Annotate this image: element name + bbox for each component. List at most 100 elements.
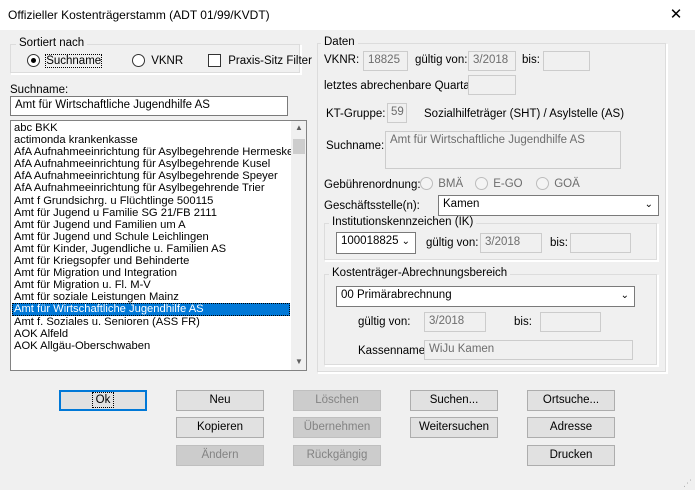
- list-item[interactable]: abc BKK: [12, 122, 290, 134]
- vknr-gueltig-label: gültig von:: [415, 54, 468, 66]
- daten-legend: Daten: [321, 36, 358, 48]
- list-item[interactable]: Amt für Migration u. Fl. M-V: [12, 279, 290, 291]
- adresse-button[interactable]: Adresse: [527, 417, 615, 438]
- gebuehr-goae-label: GOÄ: [554, 178, 580, 190]
- radio-disabled-icon: [475, 177, 488, 190]
- neu-button[interactable]: Neu: [176, 390, 264, 411]
- loeschen-button[interactable]: Löschen: [293, 390, 381, 411]
- suchen-button[interactable]: Suchen...: [410, 390, 498, 411]
- list-item[interactable]: Amt für Wirtschaftliche Jugendhilfe AS: [12, 303, 290, 316]
- geschaeftsstelle-label: Geschäftsstelle(n):: [324, 200, 420, 212]
- list-item[interactable]: Amt für soziale Leistungen Mainz: [12, 291, 290, 303]
- close-button[interactable]: ✕: [660, 2, 692, 28]
- kt-gruppe-label: KT-Gruppe:: [326, 108, 386, 120]
- abrechnungsbereich-value: 00 Primärabrechnung: [341, 289, 452, 301]
- window-title: Offizieller Kostenträgerstamm (ADT 01/99…: [8, 8, 270, 22]
- abrechnungsbereich-select[interactable]: 00 Primärabrechnung ⌄: [336, 286, 635, 307]
- gebuehren-label: Gebührenordnung:: [324, 179, 421, 191]
- kt-gruppe-field[interactable]: 59: [387, 103, 407, 123]
- vknr-gueltig-field[interactable]: 3/2018: [468, 51, 516, 71]
- search-label: Suchname:: [10, 84, 69, 96]
- chevron-down-icon: ⌄: [401, 236, 410, 247]
- list-item[interactable]: AfA Aufnahmeeinrichtung für Asylbegehren…: [12, 170, 290, 182]
- radio-disabled-icon: [536, 177, 549, 190]
- vknr-label: VKNR:: [324, 54, 360, 66]
- search-input[interactable]: Amt für Wirtschaftliche Jugendhilfe AS: [10, 96, 288, 116]
- kostentraeger-list[interactable]: abc BKK actimonda krankenkasse AfA Aufnahm…: [10, 120, 307, 371]
- aendern-button[interactable]: Ändern: [176, 445, 264, 466]
- praxis-filter-checkbox[interactable]: Praxis-Sitz Filter: [208, 54, 312, 67]
- chevron-down-icon: ⌄: [620, 290, 629, 301]
- gebuehr-ego-radio[interactable]: E-GO: [475, 177, 523, 190]
- weitersuchen-button[interactable]: Weitersuchen: [410, 417, 498, 438]
- list-scrollbar[interactable]: ▲ ▼: [291, 121, 306, 370]
- radio-empty-icon: [132, 54, 145, 67]
- geschaeftsstelle-select[interactable]: Kamen ⌄: [438, 195, 659, 216]
- ik-value: 100018825: [341, 235, 399, 247]
- list-item[interactable]: Amt für Kriegsopfer und Behinderte: [12, 255, 290, 267]
- list-item[interactable]: AfA Aufnahmeeinrichtung für Asylbegehren…: [12, 182, 290, 194]
- resize-grip-icon[interactable]: ⋰: [680, 477, 692, 489]
- abrechnung-gueltig-label: gültig von:: [358, 316, 411, 328]
- ik-select[interactable]: 100018825 ⌄: [336, 232, 416, 254]
- sort-vknr-label: VKNR: [151, 55, 184, 67]
- scroll-up-icon[interactable]: ▲: [291, 123, 306, 135]
- list-item[interactable]: Amt für Jugend und Schule Leichlingen: [12, 231, 290, 243]
- rueckgaengig-button[interactable]: Rückgängig: [293, 445, 381, 466]
- gebuehr-ego-label: E-GO: [493, 178, 523, 190]
- abrechnung-bis-label: bis:: [514, 316, 532, 328]
- radio-disabled-icon: [420, 177, 433, 190]
- sort-name-label: Suchname: [45, 54, 103, 68]
- kassenname-field[interactable]: WiJu Kamen: [424, 340, 633, 360]
- abrechnung-gueltig-field[interactable]: 3/2018: [424, 312, 486, 332]
- kassenname-label: Kassenname:: [358, 345, 429, 357]
- kt-gruppe-text: Sozialhilfeträger (SHT) / Asylstelle (AS…: [424, 108, 625, 120]
- ok-button[interactable]: Ok: [59, 390, 147, 411]
- geschaeftsstelle-value: Kamen: [443, 198, 480, 210]
- radio-selected-icon: [27, 54, 40, 67]
- vknr-field[interactable]: 18825: [363, 51, 408, 71]
- scroll-thumb[interactable]: [293, 139, 305, 154]
- ik-bis-field[interactable]: [570, 233, 631, 253]
- chevron-down-icon: ⌄: [644, 199, 653, 210]
- ok-button-label: Ok: [91, 392, 115, 408]
- scroll-down-icon[interactable]: ▼: [291, 357, 306, 369]
- list-item[interactable]: actimonda krankenkasse: [12, 134, 290, 146]
- suchname-label: Suchname:: [326, 140, 385, 152]
- suchname-field[interactable]: Amt für Wirtschaftliche Jugendhilfe AS: [385, 131, 621, 169]
- ik-legend: Institutionskennzeichen (IK): [329, 216, 477, 228]
- abrechnung-bis-field[interactable]: [540, 312, 601, 332]
- gebuehr-goae-radio[interactable]: GOÄ: [536, 177, 580, 190]
- abrechnung-legend: Kostenträger-Abrechnungsbereich: [329, 267, 511, 279]
- vknr-bis-label: bis:: [522, 54, 540, 66]
- list-item[interactable]: Amt f. Soziales u. Senioren (ASS FR): [12, 316, 290, 328]
- list-items: abc BKK actimonda krankenkasse AfA Aufnahm…: [12, 122, 298, 352]
- sort-legend: Sortiert nach: [16, 37, 88, 49]
- list-item[interactable]: Amt für Jugend u Familie SG 21/FB 2111: [12, 207, 290, 219]
- drucken-button[interactable]: Drucken: [527, 445, 615, 466]
- close-icon: ✕: [669, 6, 683, 23]
- ik-gueltig-field[interactable]: 3/2018: [480, 233, 542, 253]
- list-item[interactable]: AOK Alfeld: [12, 328, 290, 340]
- gebuehr-bma-label: BMÄ: [438, 178, 464, 190]
- list-item[interactable]: Amt für Jugend und Familien um A: [12, 219, 290, 231]
- quartal-label: letztes abrechenbare Quartal:: [324, 80, 476, 92]
- list-item[interactable]: AOK Allgäu-Oberschwaben: [12, 340, 290, 352]
- sort-by-vknr-radio[interactable]: VKNR: [132, 54, 183, 67]
- list-item[interactable]: Amt f Grundsichrg. u Flüchtlinge 500115: [12, 195, 290, 207]
- ik-bis-label: bis:: [550, 237, 568, 249]
- gebuehr-bma-radio[interactable]: BMÄ: [420, 177, 463, 190]
- checkbox-icon: [208, 54, 221, 67]
- list-item[interactable]: Amt für Kinder, Jugendliche u. Familien …: [12, 243, 290, 255]
- quartal-field[interactable]: [468, 75, 516, 95]
- ik-gueltig-label: gültig von:: [426, 237, 479, 249]
- uebernehmen-button[interactable]: Übernehmen: [293, 417, 381, 438]
- kopieren-button[interactable]: Kopieren: [176, 417, 264, 438]
- sort-by-name-radio[interactable]: Suchname: [27, 54, 103, 68]
- praxis-filter-label: Praxis-Sitz Filter: [228, 55, 312, 67]
- list-item[interactable]: AfA Aufnahmeeinrichtung für Asylbegehren…: [12, 146, 298, 158]
- vknr-bis-field[interactable]: [543, 51, 590, 71]
- list-item[interactable]: Amt für Migration und Integration: [12, 267, 290, 279]
- list-item[interactable]: AfA Aufnahmeeinrichtung für Asylbegehren…: [12, 158, 290, 170]
- ortsuche-button[interactable]: Ortsuche...: [527, 390, 615, 411]
